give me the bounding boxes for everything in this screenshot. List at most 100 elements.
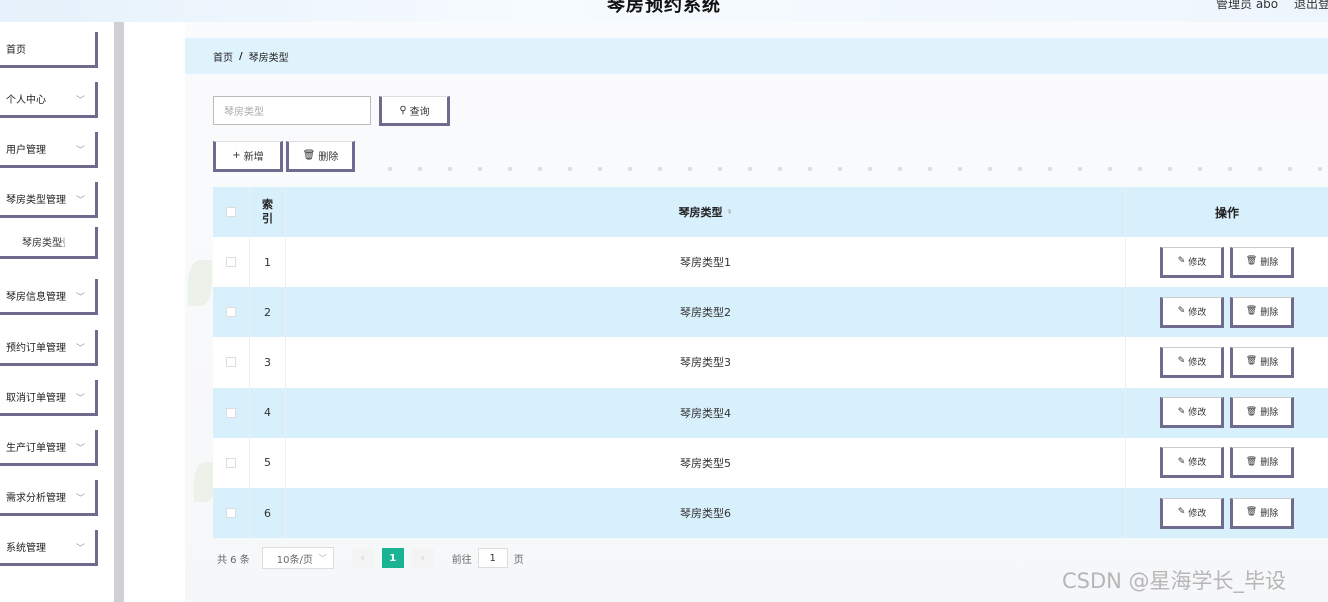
- delete-label: 删除: [1260, 307, 1279, 318]
- delete-button[interactable]: 🗑 删除: [1230, 497, 1294, 529]
- sidebar-item-production-orders[interactable]: 生产订单管理 ﹀: [0, 430, 98, 466]
- sidebar-item-label: 用户管理: [6, 145, 46, 156]
- page-size-value: 10条/页: [276, 554, 313, 566]
- edit-button[interactable]: ✎ 修改: [1160, 497, 1224, 529]
- delete-label: 删除: [1260, 408, 1279, 419]
- data-table: 索引 琴房类型 ⬍ 操作 1 琴房类型1 ✎ 修改 🗑 删除 2 琴房类型2 ✎ 修改…: [213, 187, 1328, 539]
- user-label[interactable]: 管理员 abo: [1216, 0, 1278, 12]
- sidebar-item-demand-analysis[interactable]: 需求分析管理 ﹀: [0, 480, 98, 516]
- sidebar-item-booking-orders[interactable]: 预约订单管理 ﹀: [0, 330, 98, 366]
- search-input[interactable]: 琴房类型: [213, 96, 371, 125]
- search-button-label: 查询: [409, 106, 430, 118]
- add-button[interactable]: + 新增: [213, 141, 283, 172]
- delete-label: 删除: [1260, 257, 1279, 268]
- row-checkbox[interactable]: [226, 508, 236, 519]
- sort-icon[interactable]: ⬍: [727, 208, 733, 216]
- next-page-button[interactable]: ›: [411, 548, 434, 568]
- table-row: 5 琴房类型5 ✎ 修改 🗑 删除: [213, 437, 1328, 488]
- row-ops: ✎ 修改 🗑 删除: [1126, 237, 1328, 287]
- row-checkbox[interactable]: [226, 407, 236, 418]
- table-header-row: 索引 琴房类型 ⬍ 操作: [213, 187, 1328, 237]
- row-type: 琴房类型2: [286, 287, 1126, 338]
- trash-icon: 🗑: [302, 150, 316, 161]
- edit-button[interactable]: ✎ 修改: [1160, 246, 1224, 278]
- chevron-left-icon: ‹: [360, 552, 365, 564]
- sidebar-item-room-type-mgmt[interactable]: 琴房类型管理 ﹀: [0, 182, 98, 218]
- sidebar-item-users[interactable]: 用户管理 ﹀: [0, 132, 98, 168]
- select-all-checkbox[interactable]: [226, 207, 236, 217]
- edit-button[interactable]: ✎ 修改: [1160, 296, 1224, 328]
- breadcrumb-home[interactable]: 首页: [213, 49, 233, 64]
- delete-button[interactable]: 🗑 删除: [1230, 296, 1294, 328]
- prev-page-button[interactable]: ‹: [351, 548, 374, 568]
- hand-cursor-icon: ☝: [58, 236, 66, 251]
- chevron-right-icon: ›: [420, 552, 425, 564]
- sidebar-item-label: 首页: [6, 45, 26, 56]
- table-row: 3 琴房类型3 ✎ 修改 🗑 删除: [213, 337, 1328, 388]
- trash-icon: 🗑: [1245, 356, 1258, 367]
- header-type-label: 琴房类型: [678, 206, 723, 219]
- page-size-select[interactable]: 10条/页 ﹀: [261, 547, 334, 569]
- sidebar-scrollbar[interactable]: [114, 22, 124, 602]
- app-title: 琴房预约系统: [607, 0, 721, 16]
- header-type[interactable]: 琴房类型 ⬍: [286, 187, 1126, 237]
- page-unit-label: 页: [513, 554, 524, 566]
- delete-button[interactable]: 🗑 删除: [1230, 447, 1294, 479]
- edit-label: 修改: [1188, 307, 1207, 318]
- sidebar-item-profile[interactable]: 个人中心 ﹀: [0, 82, 98, 118]
- delete-button[interactable]: 🗑 删除: [1230, 346, 1294, 378]
- chevron-down-icon: ﹀: [318, 554, 327, 563]
- row-checkbox[interactable]: [226, 457, 236, 468]
- watermark: CSDN @星海学长_毕设: [1062, 569, 1287, 593]
- batch-delete-button[interactable]: 🗑 删除: [286, 141, 355, 172]
- batch-delete-label: 删除: [318, 152, 339, 163]
- logout-link[interactable]: 退出登: [1294, 0, 1328, 12]
- row-checkbox[interactable]: [226, 257, 236, 268]
- edit-icon: ✎: [1177, 507, 1186, 518]
- sidebar-item-room-info-mgmt[interactable]: 琴房信息管理 ﹀: [0, 279, 98, 315]
- pagination-total: 共 6 条: [217, 554, 250, 566]
- delete-label: 删除: [1260, 458, 1279, 469]
- plus-icon: +: [232, 150, 241, 161]
- sidebar-item-cancel-orders[interactable]: 取消订单管理 ﹀: [0, 380, 98, 416]
- edit-icon: ✎: [1177, 306, 1186, 317]
- row-checkbox[interactable]: [226, 357, 236, 368]
- goto-page-input[interactable]: 1: [477, 548, 508, 568]
- delete-button[interactable]: 🗑 删除: [1230, 246, 1294, 278]
- row-ops: ✎ 修改 🗑 删除: [1126, 488, 1328, 538]
- pagination: 共 6 条 10条/页 ﹀ ‹ 1 › 前往 1 页: [217, 547, 524, 569]
- delete-button[interactable]: 🗑 删除: [1230, 397, 1294, 429]
- edit-icon: ✎: [1177, 406, 1186, 417]
- edit-button[interactable]: ✎ 修改: [1160, 447, 1224, 479]
- edit-icon: ✎: [1177, 356, 1186, 367]
- edit-button[interactable]: ✎ 修改: [1160, 397, 1224, 429]
- chevron-down-icon: ﹀: [75, 544, 85, 554]
- chevron-down-icon: ﹀: [75, 293, 85, 303]
- row-check-cell: [213, 387, 250, 438]
- table-row: 4 琴房类型4 ✎ 修改 🗑 删除: [213, 387, 1328, 438]
- row-checkbox[interactable]: [226, 307, 236, 318]
- trash-icon: 🗑: [1245, 306, 1258, 317]
- table-row: 2 琴房类型2 ✎ 修改 🗑 删除: [213, 287, 1328, 338]
- trash-icon: 🗑: [1245, 406, 1258, 417]
- sidebar-item-label: 个人中心: [6, 95, 46, 106]
- current-page[interactable]: 1: [381, 548, 404, 568]
- chevron-down-icon: ﹀: [75, 196, 85, 206]
- edit-button[interactable]: ✎ 修改: [1160, 346, 1224, 378]
- breadcrumb: 首页 / 琴房类型: [185, 38, 1328, 74]
- sidebar-item-system[interactable]: 系统管理 ﹀: [0, 530, 98, 566]
- select-all-cell: [213, 187, 250, 237]
- delete-label: 删除: [1260, 508, 1279, 519]
- row-check-cell: [213, 487, 250, 539]
- table-row: 6 琴房类型6 ✎ 修改 🗑 删除: [213, 487, 1328, 539]
- edit-label: 修改: [1188, 458, 1207, 469]
- sidebar-item-home[interactable]: 首页: [0, 32, 98, 68]
- submenu-item-room-type[interactable]: 琴房类型: [0, 227, 98, 259]
- edit-label: 修改: [1188, 357, 1207, 368]
- search-button[interactable]: ⚲ 查询: [379, 96, 450, 126]
- sidebar-item-label: 预约订单管理: [6, 343, 66, 354]
- decorative-leaf: [188, 260, 212, 306]
- submenu-item-label: 琴房类型: [22, 238, 62, 249]
- top-bar: 琴房预约系统 管理员 abo 退出登: [0, 0, 1328, 22]
- search-placeholder: 琴房类型: [224, 107, 264, 118]
